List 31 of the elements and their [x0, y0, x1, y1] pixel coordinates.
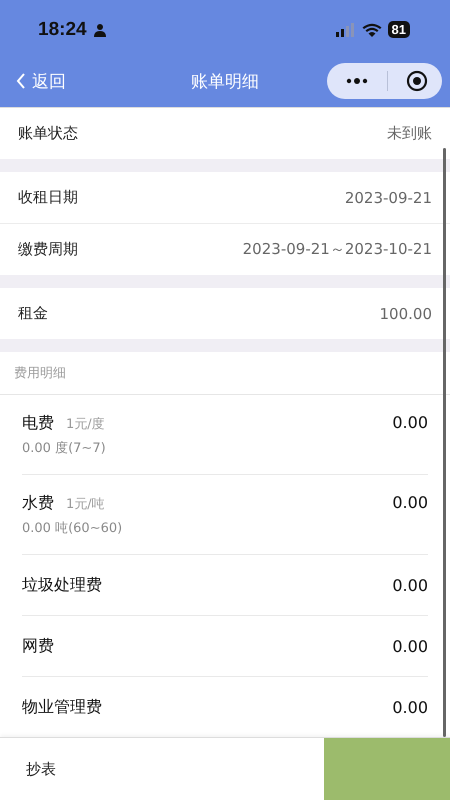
person-icon [92, 22, 107, 36]
field-value: 未到账 [387, 124, 432, 143]
fee-name: 物业管理费 [22, 696, 102, 718]
fee-rate: 1元/度 [66, 416, 105, 433]
fee-name: 水费 [22, 493, 54, 514]
more-icon[interactable] [345, 77, 369, 85]
battery-level: 81 [388, 21, 410, 38]
fee-usage: 0.00 吨(60~60) [22, 520, 122, 537]
field-label: 缴费周期 [18, 240, 78, 259]
fee-amount: 0.00 [392, 413, 428, 434]
fee-amount: 0.00 [392, 636, 428, 656]
fee-usage: 0.00 度(7~7) [22, 440, 106, 457]
fee-name: 垃圾处理费 [22, 574, 102, 596]
field-value: 2023-09-21 [344, 188, 432, 206]
field-label: 收租日期 [18, 188, 78, 207]
signal-icon [336, 22, 356, 36]
fee-amount: 0.00 [392, 493, 428, 514]
field-value: 2023-09-21～2023-10-21 [242, 240, 432, 259]
fee-rate: 1元/吨 [66, 496, 105, 513]
fee-amount: 0.00 [392, 698, 428, 716]
field-value: 100.00 [380, 304, 432, 322]
fee-name: 网费 [22, 636, 54, 656]
fee-amount: 0.00 [392, 576, 428, 594]
fee-name: 电费 [22, 413, 54, 434]
wifi-icon [362, 22, 382, 36]
field-label: 租金 [18, 304, 48, 323]
back-chevron-icon [16, 73, 26, 89]
field-label: 账单状态 [18, 124, 78, 143]
page-title: 账单明细 [191, 70, 259, 92]
clock-time: 18:24 [38, 18, 87, 40]
meter-reading-button[interactable]: 抄表 [26, 760, 56, 778]
